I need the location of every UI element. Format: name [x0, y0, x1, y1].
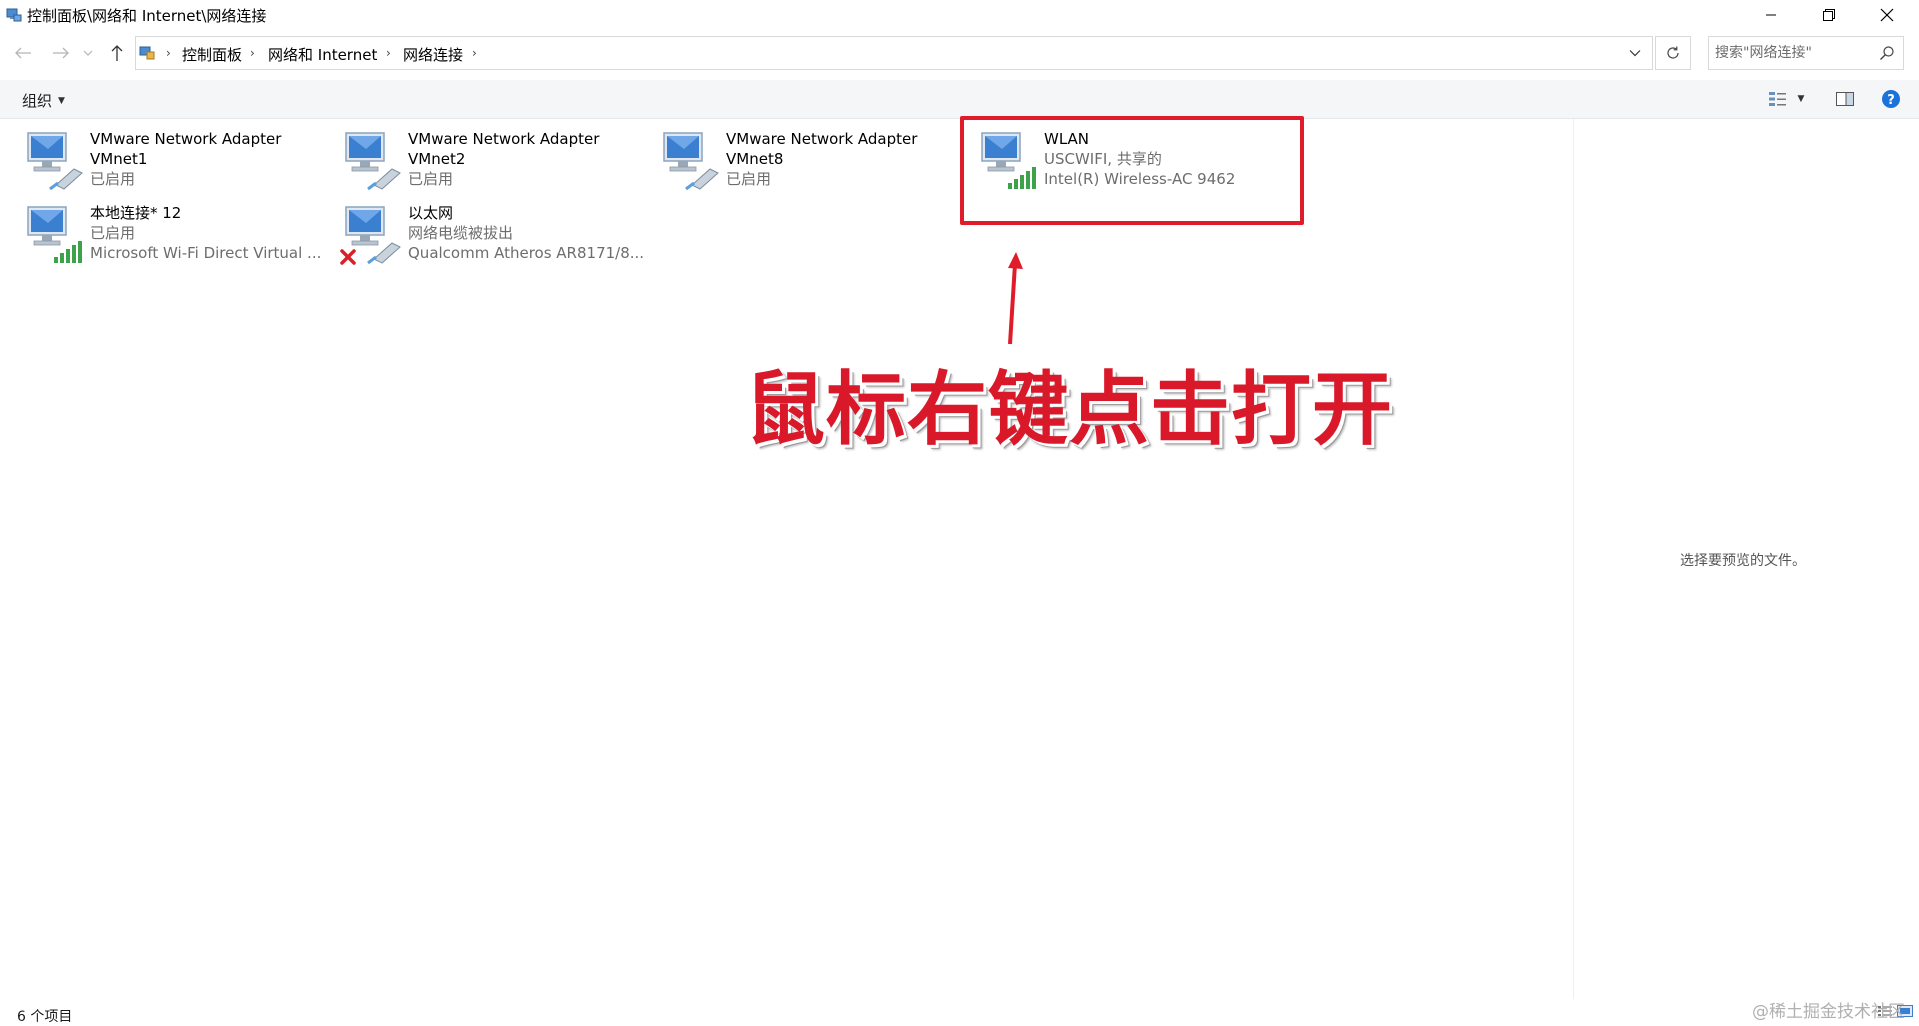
restore-button[interactable] — [1800, 0, 1858, 30]
connection-status: 已启用 — [90, 224, 136, 242]
address-history-button[interactable] — [1618, 37, 1652, 69]
caret-down-icon: ▼ — [58, 95, 65, 106]
connection-name: VMware Network Adapter — [726, 130, 918, 148]
back-button[interactable] — [10, 40, 36, 66]
preview-pane-button[interactable] — [1830, 88, 1860, 110]
up-button[interactable] — [104, 40, 130, 66]
breadcrumb-separator: › — [166, 46, 171, 60]
connection-item-vmnet2[interactable]: VMware Network Adapter VMnet2 已启用 — [340, 129, 650, 199]
connection-item-vmnet8[interactable]: VMware Network Adapter VMnet8 已启用 — [658, 129, 968, 199]
search-input[interactable] — [1715, 43, 1875, 63]
breadcrumb-control-panel[interactable]: 控制面板 — [182, 44, 242, 65]
preview-pane-icon — [1836, 92, 1854, 106]
item-count: 6 个项目 — [17, 1009, 73, 1025]
connection-detail: VMnet1 — [90, 150, 148, 168]
connection-status: 网络电缆被拔出 — [408, 224, 514, 242]
address-bar[interactable]: › 控制面板 › 网络和 Internet › 网络连接 › — [135, 36, 1653, 70]
restore-icon — [1823, 9, 1835, 21]
connection-item-vmnet1[interactable]: VMware Network Adapter VMnet1 已启用 — [22, 129, 332, 199]
annotation-arrow-icon — [1008, 252, 1023, 345]
refresh-button[interactable] — [1655, 36, 1691, 70]
connection-detail: VMnet8 — [726, 150, 784, 168]
breadcrumb-separator: › — [386, 46, 391, 60]
search-box[interactable] — [1708, 36, 1904, 70]
arrow-right-icon — [53, 47, 69, 59]
connection-detail: VMnet2 — [408, 150, 466, 168]
network-adapter-icon — [27, 132, 83, 191]
status-bar: 6 个项目 — [0, 1000, 1919, 1025]
connection-status: 已启用 — [90, 170, 136, 188]
breadcrumb-network-internet[interactable]: 网络和 Internet — [268, 44, 377, 65]
connection-name: VMware Network Adapter — [408, 130, 600, 148]
change-view-button[interactable]: ▼ — [1762, 88, 1810, 110]
minimize-icon — [1766, 14, 1776, 16]
organize-menu-button[interactable]: 组织 ▼ — [22, 90, 65, 111]
organize-label: 组织 — [22, 92, 53, 110]
ethernet-disconnected-icon — [340, 206, 401, 265]
breadcrumb-separator: › — [472, 46, 477, 60]
chevron-down-icon — [83, 50, 93, 56]
view-options-icon — [1768, 92, 1786, 106]
refresh-icon — [1667, 46, 1679, 59]
help-icon: ? — [1882, 90, 1900, 108]
connection-item-local-12[interactable]: 本地连接* 12 已启用 Microsoft Wi-Fi Direct Virt… — [22, 203, 332, 273]
forward-button[interactable] — [48, 40, 74, 66]
control-panel-icon — [139, 46, 155, 60]
command-bar: 组织 ▼ ▼ ? — [0, 80, 1919, 119]
preview-pane: 选择要预览的文件。 — [1573, 119, 1919, 999]
preview-empty-text: 选择要预览的文件。 — [1680, 553, 1806, 569]
recent-locations-button[interactable] — [80, 40, 96, 66]
arrow-up-icon — [111, 45, 123, 61]
title-bar: 控制面板\网络和 Internet\网络连接 — [0, 0, 1919, 30]
network-adapter-icon — [345, 132, 401, 191]
minimize-button[interactable] — [1742, 0, 1800, 30]
breadcrumb-separator: › — [250, 46, 255, 60]
wifi-adapter-icon — [27, 206, 82, 263]
connection-item-ethernet[interactable]: 以太网 网络电缆被拔出 Qualcomm Atheros AR8171/8... — [340, 203, 650, 273]
caret-down-icon: ▼ — [1797, 94, 1805, 104]
close-icon — [1880, 8, 1894, 22]
window-title: 控制面板\网络和 Internet\网络连接 — [27, 7, 267, 25]
connection-status: 已启用 — [408, 170, 454, 188]
connection-name: 以太网 — [408, 204, 454, 222]
help-button[interactable]: ? — [1878, 88, 1904, 110]
breadcrumb-network-connections[interactable]: 网络连接 — [403, 44, 463, 65]
network-adapter-icon — [663, 132, 719, 191]
connection-device: Microsoft Wi-Fi Direct Virtual ... — [90, 244, 322, 262]
annotation-text: 鼠标右键点击打开 — [745, 362, 1393, 456]
close-button[interactable] — [1858, 0, 1916, 30]
network-connections-icon — [6, 8, 22, 22]
watermark: @稀土掘金技术社区 — [1752, 1002, 1905, 1022]
svg-text:?: ? — [1887, 93, 1895, 108]
arrow-left-icon — [15, 47, 31, 59]
search-icon[interactable] — [1879, 45, 1895, 61]
connection-name: 本地连接* 12 — [90, 204, 182, 222]
annotation-highlight-box — [960, 116, 1304, 225]
chevron-down-icon — [1629, 50, 1641, 57]
connection-status: 已启用 — [726, 170, 772, 188]
connection-device: Qualcomm Atheros AR8171/8... — [408, 244, 645, 262]
connection-name: VMware Network Adapter — [90, 130, 282, 148]
